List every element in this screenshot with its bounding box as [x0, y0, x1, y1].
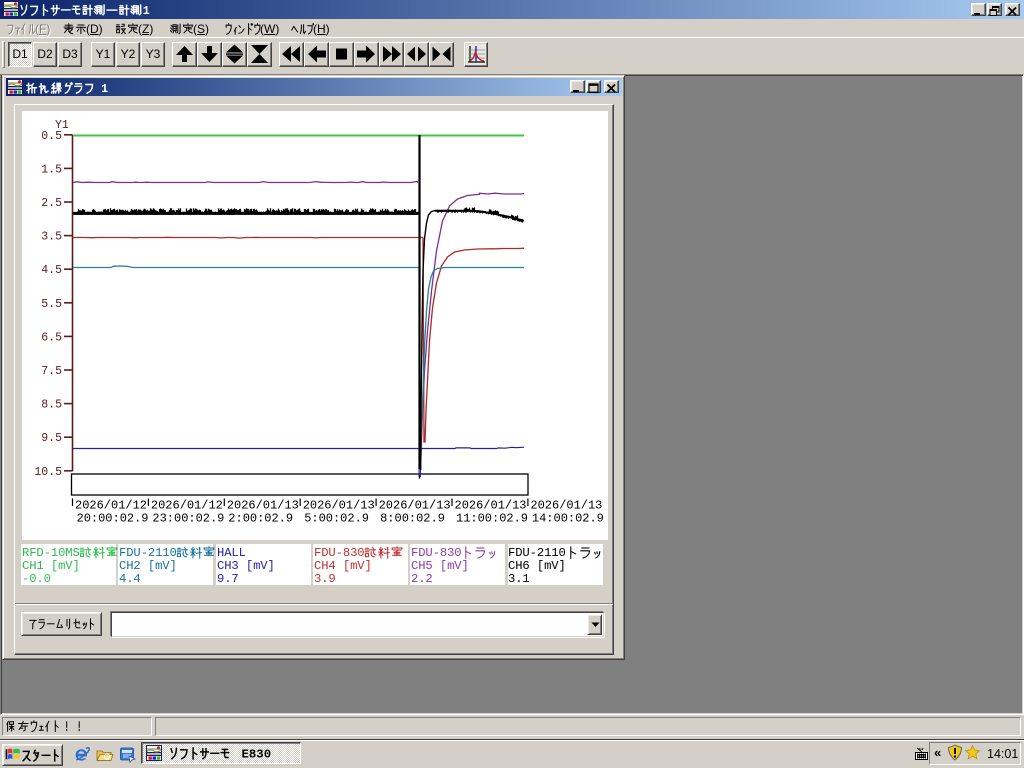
svg-text:Y1: Y1: [55, 119, 69, 132]
svg-text:5:00:02.9: 5:00:02.9: [304, 512, 369, 526]
svg-text:2026/01/13: 2026/01/13: [303, 499, 375, 513]
svg-text:2026/01/12: 2026/01/12: [75, 499, 147, 513]
svg-text:11:00:02.9: 11:00:02.9: [456, 512, 528, 526]
svg-text:2026/01/12: 2026/01/12: [151, 499, 223, 513]
svg-text:8:00:02.9: 8:00:02.9: [380, 512, 445, 526]
svg-text:2026/01/13: 2026/01/13: [227, 499, 299, 513]
svg-text:5.5: 5.5: [41, 298, 62, 311]
svg-text:1: 1: [143, 4, 150, 17]
svg-text:9.5: 9.5: [41, 432, 62, 445]
svg-text:2026/01/13: 2026/01/13: [455, 499, 527, 513]
svg-text:23:00:02.9: 23:00:02.9: [152, 512, 224, 526]
svg-text:6.5: 6.5: [41, 331, 62, 344]
svg-text:7.5: 7.5: [41, 365, 62, 378]
svg-text:8.5: 8.5: [41, 399, 62, 412]
svg-text:2.5: 2.5: [41, 197, 62, 210]
svg-text:4.5: 4.5: [41, 264, 62, 277]
svg-text:10.5: 10.5: [34, 466, 62, 479]
svg-text:2026/01/13: 2026/01/13: [379, 499, 451, 513]
svg-text:1.5: 1.5: [41, 163, 62, 176]
svg-text:E830: E830: [242, 748, 272, 762]
svg-text:20:00:02.9: 20:00:02.9: [77, 512, 149, 526]
svg-text:1: 1: [101, 82, 108, 96]
svg-text:3.5: 3.5: [41, 231, 62, 244]
svg-text:2026/01/13: 2026/01/13: [530, 499, 602, 513]
svg-text:14:00:02.9: 14:00:02.9: [532, 512, 604, 526]
svg-text:2:00:02.9: 2:00:02.9: [228, 512, 293, 526]
